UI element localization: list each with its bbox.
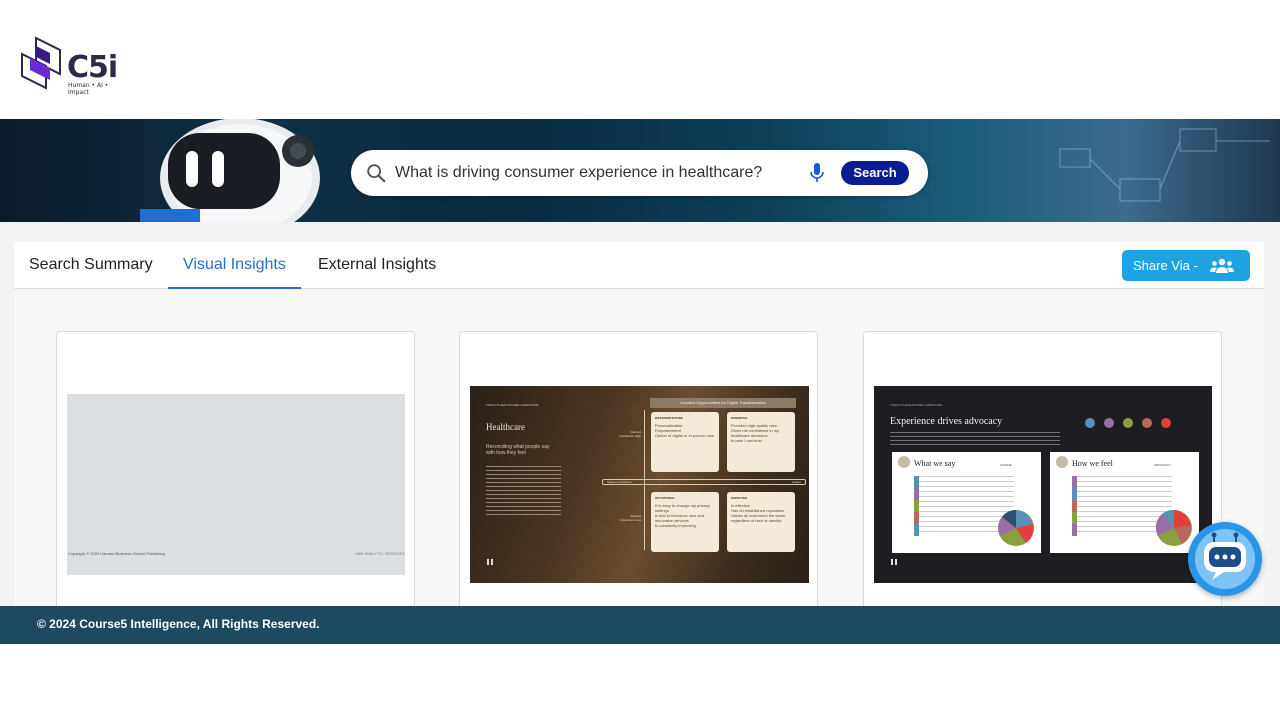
- mic-icon[interactable]: [807, 161, 827, 185]
- logo-tagline: Human • AI • Impact: [68, 82, 109, 96]
- matrix-title: Greatest Opportunities for Digital Trans…: [650, 398, 796, 408]
- panel-how-we-feel: How we feel ADVOCACY: [1050, 452, 1199, 553]
- chatbot-icon: [1195, 529, 1255, 589]
- slide-thumbnail-1[interactable]: Copyright © 2020 Harvard Business School…: [67, 394, 405, 575]
- quadrant-item: Is constantly improving: [655, 523, 696, 528]
- slide-section-label: TODAY'S HEALTHCARE LANDSCAPE: [486, 403, 539, 407]
- slide-subtitle: Reconciling what people say with how the…: [486, 444, 550, 456]
- attribute-color-keys: [1072, 476, 1077, 536]
- slide-section-label: TODAY'S HEALTHCARE LANDSCAPE: [890, 403, 943, 407]
- chatbot-button[interactable]: [1188, 522, 1262, 596]
- quadrant-item: Gives me confidence in my healthcare dec…: [731, 428, 780, 438]
- quadrant-title: EXPECTED: [731, 496, 748, 500]
- matrix-x-axis: Stated Importance Higher: [602, 479, 806, 485]
- pie-chart-icon: [998, 510, 1034, 546]
- panel-tag: ADVOCACY: [1154, 463, 1171, 467]
- quadrant-title: ESSENTIAL: [731, 416, 748, 420]
- share-via-button[interactable]: Share Via -: [1122, 250, 1250, 281]
- slide-body-text: [486, 466, 561, 516]
- users-icon: [1210, 258, 1234, 273]
- tab-visual-insights[interactable]: Visual Insights: [168, 242, 301, 289]
- quadrant-item: Option of digital or in-person care: [655, 433, 715, 438]
- quadrant-item: Values all customers the same regardless…: [731, 513, 786, 523]
- slide-footer-left: Copyright © 2020 Harvard Business School…: [68, 551, 165, 556]
- tab-external-insights[interactable]: External Insights: [318, 242, 436, 289]
- search-icon[interactable]: [365, 162, 387, 184]
- matrix-y-axis-top: Derived Importance High: [618, 430, 641, 438]
- slide-thumbnail-3[interactable]: TODAY'S HEALTHCARE LANDSCAPE Experience …: [874, 386, 1212, 583]
- panel-title: What we say: [914, 459, 956, 468]
- page-footer: © 2024 Course5 Intelligence, All Rights …: [0, 606, 1280, 644]
- face-illustration-icon: [1056, 456, 1068, 468]
- slide-title: Healthcare: [486, 422, 525, 432]
- quadrant-differentiators: DIFFERENTIATORS Personalization Empowerm…: [651, 412, 719, 472]
- quadrant-expected: EXPECTED Is effective Has an established…: [727, 492, 795, 552]
- search-bar[interactable]: What is driving consumer experience in h…: [351, 150, 928, 196]
- quadrant-essential: ESSENTIAL Provides high-quality care Giv…: [727, 412, 795, 472]
- pause-icon[interactable]: [486, 558, 494, 566]
- logo-text: C5i: [67, 50, 118, 85]
- slide-body-text: [890, 432, 1060, 446]
- quadrant-title: SITUATIONAL: [655, 496, 675, 500]
- panel-title: How we feel: [1072, 459, 1113, 468]
- pause-icon[interactable]: [890, 558, 898, 566]
- quadrant-item: Is care I can trust: [731, 438, 762, 443]
- matrix-y-axis-bottom: Derived Importance Low: [619, 514, 641, 522]
- search-button[interactable]: Search: [841, 161, 909, 185]
- logo-mark-icon: [21, 36, 61, 90]
- results-tabbar: Search Summary Visual Insights External …: [14, 242, 1264, 289]
- quadrant-item: Is first to introduce new and innovative…: [655, 513, 704, 523]
- panel-tag: CHOICE: [1000, 463, 1012, 467]
- robot-illustration-icon: [140, 119, 320, 222]
- quadrant-item: It is easy to change my privacy settings: [655, 503, 710, 513]
- attribute-legend-icons: [1085, 418, 1171, 428]
- quadrant-title: DIFFERENTIATORS: [655, 416, 683, 420]
- slide-title: Experience drives advocacy: [890, 416, 1003, 427]
- attribute-color-keys: [914, 476, 919, 536]
- insight-card-3[interactable]: TODAY'S HEALTHCARE LANDSCAPE Experience …: [863, 331, 1222, 621]
- tab-search-summary[interactable]: Search Summary: [29, 242, 153, 289]
- search-input[interactable]: What is driving consumer experience in h…: [395, 164, 762, 182]
- insight-card-1[interactable]: Copyright © 2020 Harvard Business School…: [56, 331, 415, 621]
- copyright-text: © 2024 Course5 Intelligence, All Rights …: [37, 617, 320, 631]
- slide-thumbnail-2[interactable]: TODAY'S HEALTHCARE LANDSCAPE Healthcare …: [470, 386, 809, 583]
- matrix-x-axis-higher: Higher: [792, 480, 801, 484]
- circuit-graphic-icon: [1059, 128, 1270, 202]
- app-header: C5i Human • AI • Impact: [0, 0, 1280, 119]
- share-via-label: Share Via -: [1133, 258, 1198, 273]
- quadrant-situational: SITUATIONAL It is easy to change my priv…: [651, 492, 719, 552]
- insight-card-2[interactable]: TODAY'S HEALTHCARE LANDSCAPE Healthcare …: [459, 331, 818, 621]
- face-illustration-icon: [898, 456, 910, 468]
- matrix-x-axis-label: Stated Importance: [607, 480, 632, 484]
- panel-what-we-say: What we say CHOICE: [892, 452, 1041, 553]
- c5i-logo[interactable]: C5i Human • AI • Impact: [20, 36, 130, 96]
- slide-footer-right: HBR ANALYTIC SERVICES: [355, 551, 405, 556]
